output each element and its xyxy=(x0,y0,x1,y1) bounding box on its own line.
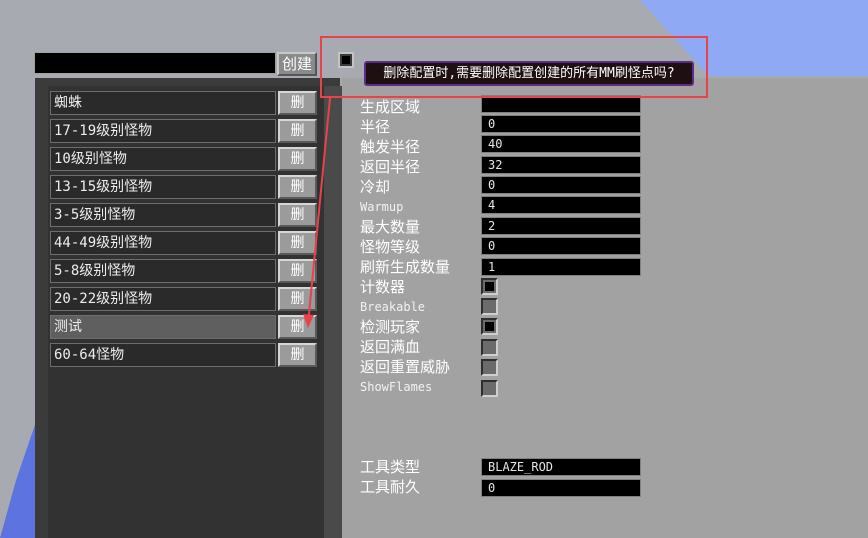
field-label-cooldown: 冷却 xyxy=(360,178,391,196)
create-button[interactable]: 创建 xyxy=(277,52,317,76)
field-label-spawn-area: 生成区域 xyxy=(360,98,421,116)
show-flames-checkbox[interactable] xyxy=(481,380,498,397)
field-label-spawn-count: 刷新生成数量 xyxy=(360,258,451,276)
tool-type-input[interactable]: BLAZE_ROD xyxy=(481,458,641,476)
annotation-box xyxy=(320,36,708,98)
spawn-count-input[interactable]: 1 xyxy=(481,258,641,276)
max-count-input[interactable]: 2 xyxy=(481,217,641,235)
sky-background-lower xyxy=(0,410,40,538)
field-label-return-radius: 返回半径 xyxy=(360,158,421,176)
config-row[interactable]: 20-22级别怪物 xyxy=(50,287,276,311)
config-row[interactable]: 17-19级别怪物 xyxy=(50,119,276,143)
breakable-checkbox[interactable] xyxy=(481,298,498,315)
field-label-return-reset-threat: 返回重置威胁 xyxy=(360,358,451,376)
config-row-selected[interactable]: 测试 xyxy=(50,315,276,339)
config-row[interactable]: 60-64怪物 xyxy=(50,343,276,367)
config-row[interactable]: 蜘蛛 xyxy=(50,91,276,115)
trigger-radius-input[interactable]: 40 xyxy=(481,135,641,153)
field-label-breakable: Breakable xyxy=(360,300,426,314)
config-row[interactable]: 10级别怪物 xyxy=(50,147,276,171)
annotation-arrow xyxy=(303,97,331,328)
mob-level-input[interactable]: 0 xyxy=(481,237,641,255)
radius-input[interactable]: 0 xyxy=(481,115,641,133)
field-label-tool-type: 工具类型 xyxy=(360,458,421,476)
field-label-mob-level: 怪物等级 xyxy=(360,238,421,256)
detect-player-checkbox[interactable] xyxy=(481,318,498,335)
field-label-show-flames: ShowFlames xyxy=(360,380,433,394)
field-label-max-count: 最大数量 xyxy=(360,218,421,236)
warmup-input[interactable]: 4 xyxy=(481,196,641,214)
field-label-return-full-hp: 返回满血 xyxy=(360,338,421,356)
field-label-counter: 计数器 xyxy=(360,278,406,296)
config-name-input[interactable] xyxy=(34,52,276,74)
field-label-radius: 半径 xyxy=(360,118,391,136)
tool-durability-input[interactable]: 0 xyxy=(481,479,641,497)
field-label-detect-player: 检测玩家 xyxy=(360,318,421,336)
field-label-warmup: Warmup xyxy=(360,200,404,214)
counter-checkbox[interactable] xyxy=(481,278,498,295)
return-reset-threat-checkbox[interactable] xyxy=(481,359,498,376)
config-row[interactable]: 5-8级别怪物 xyxy=(50,259,276,283)
config-row[interactable]: 3-5级别怪物 xyxy=(50,203,276,227)
delete-button[interactable]: 删 xyxy=(278,343,317,367)
return-full-hp-checkbox[interactable] xyxy=(481,339,498,356)
return-radius-input[interactable]: 32 xyxy=(481,156,641,174)
config-row[interactable]: 13-15级别怪物 xyxy=(50,175,276,199)
field-label-trigger-radius: 触发半径 xyxy=(360,138,421,156)
config-row[interactable]: 44-49级别怪物 xyxy=(50,231,276,255)
field-label-tool-durability: 工具耐久 xyxy=(360,478,421,496)
cooldown-input[interactable]: 0 xyxy=(481,176,641,194)
